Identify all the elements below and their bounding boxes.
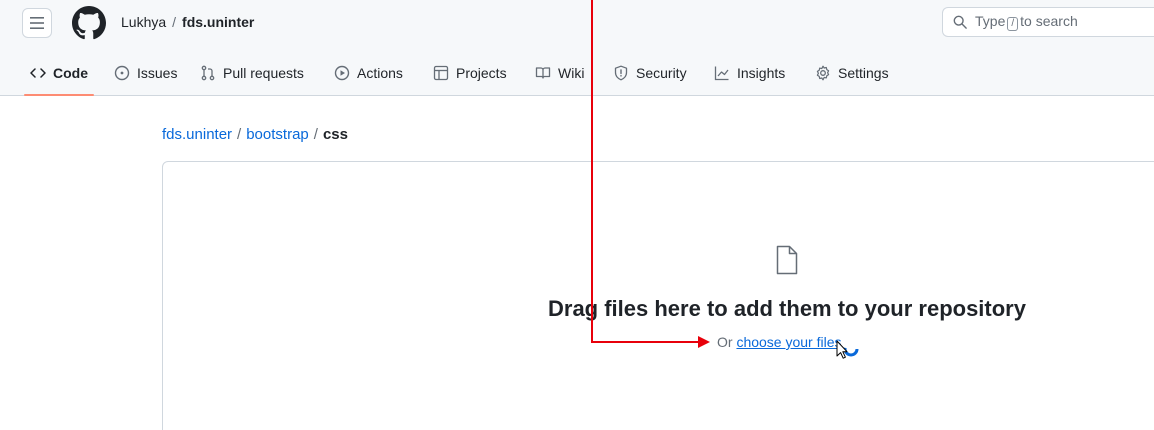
tab-settings[interactable]: Settings bbox=[815, 50, 889, 96]
tab-label: Settings bbox=[838, 65, 889, 81]
dropzone-subtitle: Or choose your files bbox=[717, 334, 842, 350]
search-suffix: to search bbox=[1020, 13, 1078, 29]
tab-label: Projects bbox=[456, 65, 507, 81]
annotation-arrow-vertical bbox=[591, 0, 593, 343]
repo-nav-tabs: Code Issues Pull requests Actions Projec… bbox=[0, 50, 1154, 96]
tab-pull-requests[interactable]: Pull requests bbox=[200, 50, 304, 96]
tab-label: Wiki bbox=[558, 65, 585, 81]
tab-projects[interactable]: Projects bbox=[433, 50, 507, 96]
book-icon bbox=[535, 67, 551, 79]
tab-label: Actions bbox=[357, 65, 403, 81]
search-placeholder: Type / to search bbox=[975, 13, 1078, 31]
search-icon bbox=[953, 15, 967, 29]
file-path-breadcrumb: fds.uninter / bootstrap / css bbox=[162, 126, 348, 143]
tab-label: Issues bbox=[137, 65, 178, 81]
tab-security[interactable]: Security bbox=[613, 50, 687, 96]
annotation-arrow-head-icon bbox=[698, 336, 710, 348]
mouse-cursor-icon bbox=[836, 340, 848, 359]
pull-request-icon bbox=[201, 65, 215, 81]
dropzone-title: Drag files here to add them to your repo… bbox=[548, 296, 1026, 321]
tab-issues[interactable]: Issues bbox=[114, 50, 177, 96]
path-folder-link[interactable]: bootstrap bbox=[246, 126, 309, 143]
top-bar: Lukhya / fds.uninter Type / to search bbox=[0, 0, 1154, 48]
repo-breadcrumb: Lukhya / fds.uninter bbox=[121, 14, 254, 30]
repo-header: Lukhya / fds.uninter Type / to search Code… bbox=[0, 0, 1154, 96]
menu-icon bbox=[30, 17, 44, 29]
tab-insights[interactable]: Insights bbox=[714, 50, 785, 96]
shield-icon bbox=[614, 65, 628, 81]
path-root-link[interactable]: fds.uninter bbox=[162, 126, 232, 143]
tab-label: Pull requests bbox=[223, 65, 304, 81]
breadcrumb-separator: / bbox=[172, 14, 177, 30]
path-current: css bbox=[322, 126, 348, 143]
tab-label: Code bbox=[53, 65, 88, 81]
graph-icon bbox=[714, 66, 729, 81]
gear-icon bbox=[816, 65, 830, 81]
search-input[interactable]: Type / to search bbox=[942, 7, 1154, 37]
file-icon bbox=[776, 245, 798, 275]
issue-icon bbox=[114, 65, 130, 81]
path-separator: / bbox=[237, 126, 242, 143]
hamburger-menu-button[interactable] bbox=[22, 8, 52, 38]
tab-label: Insights bbox=[737, 65, 786, 81]
table-icon bbox=[433, 65, 449, 81]
tab-actions[interactable]: Actions bbox=[334, 50, 403, 96]
tab-label: Security bbox=[636, 65, 687, 81]
tab-code[interactable]: Code bbox=[24, 50, 94, 96]
dropzone-or-text: Or bbox=[717, 334, 733, 350]
search-shortcut-key: / bbox=[1007, 17, 1019, 31]
code-icon bbox=[30, 68, 46, 78]
choose-files-link[interactable]: choose your files bbox=[736, 334, 841, 350]
play-icon bbox=[334, 65, 350, 81]
annotation-arrow-horizontal bbox=[591, 341, 699, 343]
owner-link[interactable]: Lukhya bbox=[121, 14, 166, 30]
search-prefix: Type bbox=[975, 13, 1006, 29]
tab-wiki[interactable]: Wiki bbox=[535, 50, 584, 96]
repo-link[interactable]: fds.uninter bbox=[182, 14, 254, 30]
github-logo-icon[interactable] bbox=[72, 6, 106, 40]
path-separator: / bbox=[313, 126, 318, 143]
